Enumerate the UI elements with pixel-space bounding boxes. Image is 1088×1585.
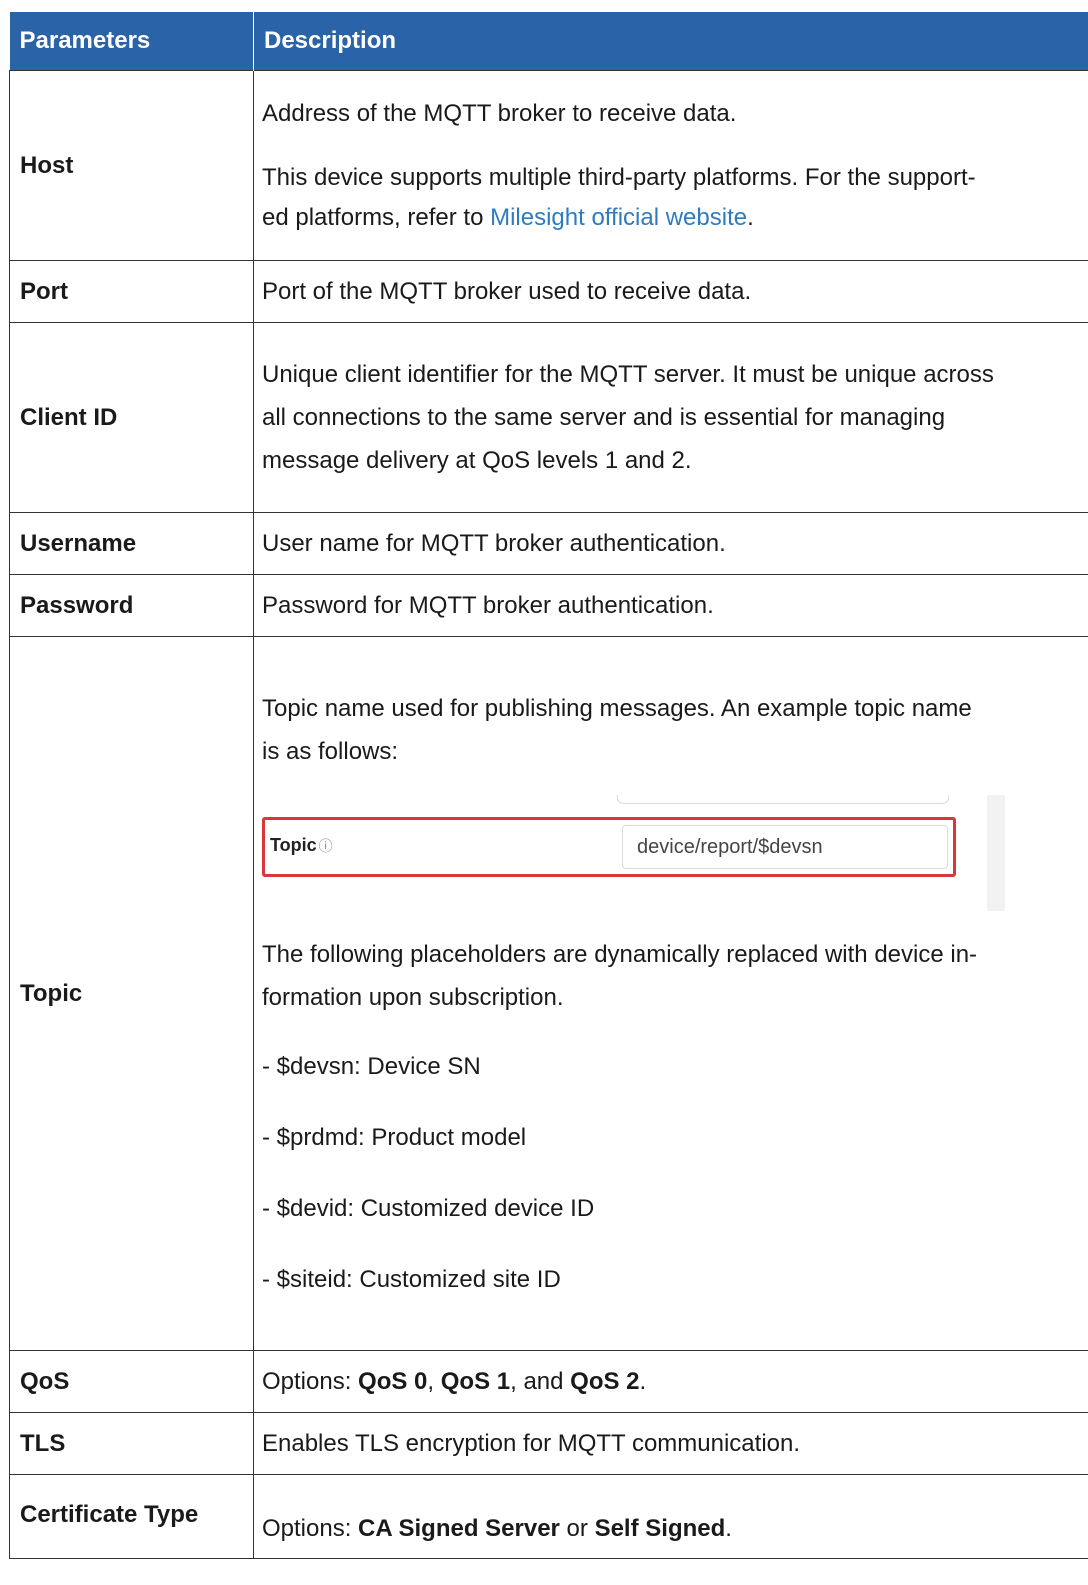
param-password: Password: [9, 574, 254, 637]
desc-text: ,: [427, 1367, 441, 1395]
option-text: QoS 1: [440, 1367, 511, 1395]
desc-client-id: Unique client identifier for the MQTT se…: [253, 322, 1088, 513]
desc-qos: Options: QoS 0, QoS 1, and QoS 2.: [253, 1350, 1088, 1413]
table-row-qos: QoS Options: QoS 0, QoS 1, and QoS 2.: [9, 1350, 1088, 1413]
desc-text: The following placeholders are dynamical…: [262, 933, 1080, 1019]
desc-text: Topic name used for publishing messages.…: [262, 687, 1080, 773]
list-item: - $devsn: Device SN: [262, 1053, 481, 1080]
param-certificate-type: Certificate Type: [9, 1474, 254, 1559]
screenshot-topic-input: device/report/$devsn: [622, 825, 948, 869]
desc-username: User name for MQTT broker authentication…: [253, 512, 1088, 575]
topic-example-screenshot: Topic ⓘ device/report/$devsn: [262, 795, 1010, 911]
desc-text: Unique client identifier for the MQTT se…: [262, 353, 1080, 482]
option-text: Self Signed: [594, 1515, 726, 1542]
desc-text: all connections to the same server and i…: [262, 404, 946, 431]
table-row-client-id: Client ID Unique client identifier for t…: [9, 322, 1088, 513]
desc-text: formation upon subscription.: [262, 984, 564, 1011]
info-icon: ⓘ: [318, 838, 333, 854]
option-text: QoS 0: [358, 1367, 428, 1395]
param-qos: QoS: [9, 1350, 254, 1413]
desc-text: Topic name used for publishing messages.…: [262, 695, 972, 722]
option-text: CA Signed Server: [358, 1515, 560, 1542]
desc-certificate-type: Options: CA Signed Server or Self Signed…: [253, 1474, 1088, 1559]
table-row-certificate-type: Certificate Type Options: CA Signed Serv…: [9, 1474, 1088, 1559]
list-item: - $devid: Customized device ID: [262, 1195, 595, 1222]
param-username: Username: [9, 512, 254, 575]
desc-host: Address of the MQTT broker to receive da…: [253, 70, 1088, 261]
desc-text: Unique client identifier for the MQTT se…: [262, 361, 994, 388]
param-port: Port: [9, 260, 254, 323]
screenshot-topic-label: Topic ⓘ: [270, 830, 333, 861]
desc-text: ed platforms, refer to: [262, 203, 491, 231]
desc-port: Port of the MQTT broker used to receive …: [253, 260, 1088, 323]
screenshot-field-edge: [617, 795, 949, 804]
param-topic: Topic: [9, 636, 254, 1351]
table-row-host: Host Address of the MQTT broker to recei…: [9, 70, 1088, 261]
desc-text: or: [559, 1515, 595, 1542]
desc-password: Password for MQTT broker authentication.: [253, 574, 1088, 637]
desc-tls: Enables TLS encryption for MQTT communic…: [253, 1412, 1088, 1475]
desc-text: This device supports multiple third-part…: [262, 163, 976, 191]
desc-topic: Topic name used for publishing messages.…: [253, 636, 1088, 1351]
desc-text: .: [747, 203, 754, 231]
milesight-website-link[interactable]: Milesight official website: [490, 204, 747, 231]
header-parameters: Parameters: [9, 12, 254, 71]
desc-text: , and: [510, 1367, 571, 1395]
desc-text: Options:: [262, 1367, 359, 1395]
table-row-port: Port Port of the MQTT broker used to rec…: [9, 260, 1088, 323]
param-host: Host: [9, 70, 254, 261]
table-header-row: Parameters Description: [9, 12, 1088, 71]
desc-text: .: [725, 1515, 732, 1542]
table-row-username: Username User name for MQTT broker authe…: [9, 512, 1088, 575]
desc-text: message delivery at QoS levels 1 and 2.: [262, 447, 692, 474]
header-description: Description: [253, 12, 1088, 71]
desc-text: .: [639, 1367, 647, 1395]
desc-text: is as follows:: [262, 738, 399, 765]
screenshot-scrollbar: [987, 795, 1005, 911]
table-row-password: Password Password for MQTT broker authen…: [9, 574, 1088, 637]
list-item: - $prdmd: Product model: [262, 1124, 527, 1151]
desc-text: The following placeholders are dynamical…: [262, 941, 978, 968]
table-row-tls: TLS Enables TLS encryption for MQTT comm…: [9, 1412, 1088, 1475]
desc-text: This device supports multiple third-part…: [262, 158, 1080, 238]
option-text: QoS 2: [570, 1367, 640, 1395]
param-tls: TLS: [9, 1412, 254, 1475]
desc-text: Address of the MQTT broker to receive da…: [262, 99, 737, 127]
table-row-topic: Topic Topic name used for publishing mes…: [9, 636, 1088, 1351]
list-item: - $siteid: Customized site ID: [262, 1266, 561, 1293]
parameters-table: Parameters Description Host Address of t…: [9, 12, 1088, 1559]
desc-text: Options:: [262, 1515, 359, 1542]
topic-label-text: Topic: [270, 835, 317, 855]
param-client-id: Client ID: [9, 322, 254, 513]
